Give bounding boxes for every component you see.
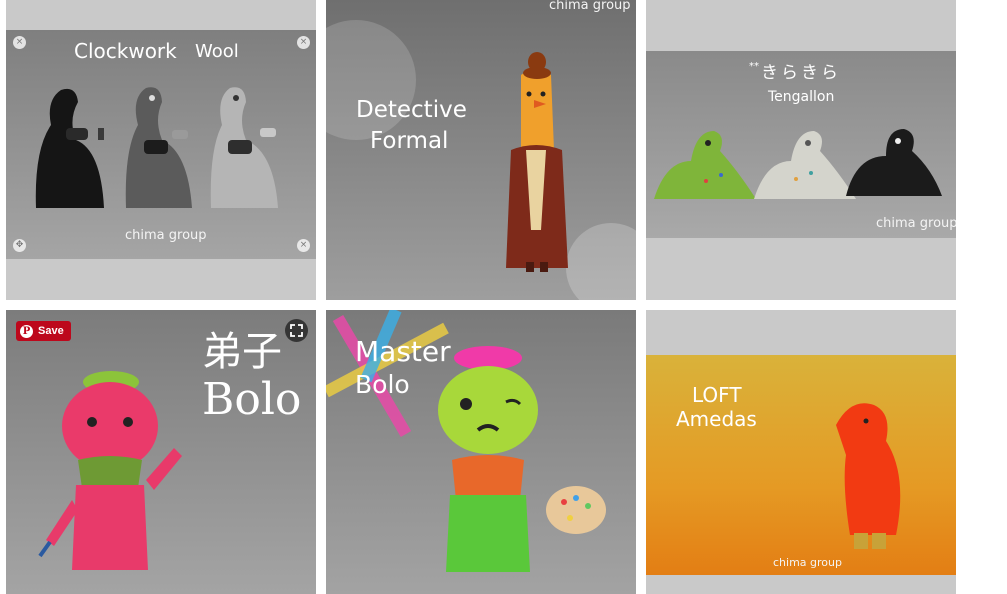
caption-kirakira: きらきら [761,63,841,83]
photo-loft-amedas[interactable]: LOFT Amedas chima group [646,355,956,575]
watermark-chima-group: chima group [773,556,842,569]
move-icon: ✥ [13,239,26,252]
caption-clockwork: Clockwork [74,39,177,63]
photo-clockwork-wool[interactable]: Clockwork Wool chima group × × ✥ × [6,30,316,259]
caption-wool: Wool [195,41,239,62]
close-icon: × [297,36,310,49]
caption-detective: Detective [356,97,467,123]
caption-marks: ** [749,61,759,72]
caption-loft: LOFT [692,383,742,407]
gallery-tile-loft-amedas[interactable]: LOFT Amedas chima group [646,310,956,594]
gallery-tile-tengallon[interactable]: ** きらきら Tengallon chima group [646,0,956,300]
watermark-chima-group: chima group [125,228,207,243]
expand-icon [290,324,303,337]
gallery-tile-deshi-bolo[interactable]: 弟子 Bolo P Save [6,310,316,594]
photo-detective-formal[interactable]: chima group Detective Formal [326,0,636,300]
pinterest-save-button[interactable]: P Save [16,321,71,341]
watermark-chima-group: chima group [549,0,631,13]
close-icon: × [297,239,310,252]
caption-amedas: Amedas [676,407,757,431]
caption-formal: Formal [370,128,449,154]
caption-tengallon: Tengallon [768,89,835,105]
save-label: Save [38,325,64,337]
caption-master: Master [355,335,451,368]
gallery-tile-clockwork-wool[interactable]: Clockwork Wool chima group × × ✥ × [6,0,316,300]
expand-button[interactable] [285,319,308,342]
close-icon: × [13,36,26,49]
pinterest-icon: P [20,324,33,338]
photo-master-bolo[interactable]: Master Bolo [326,310,636,594]
caption-deshi: 弟子 [202,329,282,375]
photo-background [6,30,316,259]
gallery-tile-master-bolo[interactable]: Master Bolo [326,310,636,594]
caption-bolo: Bolo [202,374,302,425]
gallery-tile-detective-formal[interactable]: chima group Detective Formal [326,0,636,300]
photo-deshi-bolo[interactable]: 弟子 Bolo P Save [6,310,316,594]
caption-bolo: Bolo [355,370,410,399]
photo-tengallon[interactable]: ** きらきら Tengallon chima group [646,51,956,238]
watermark-chima-group: chima group [876,216,956,231]
